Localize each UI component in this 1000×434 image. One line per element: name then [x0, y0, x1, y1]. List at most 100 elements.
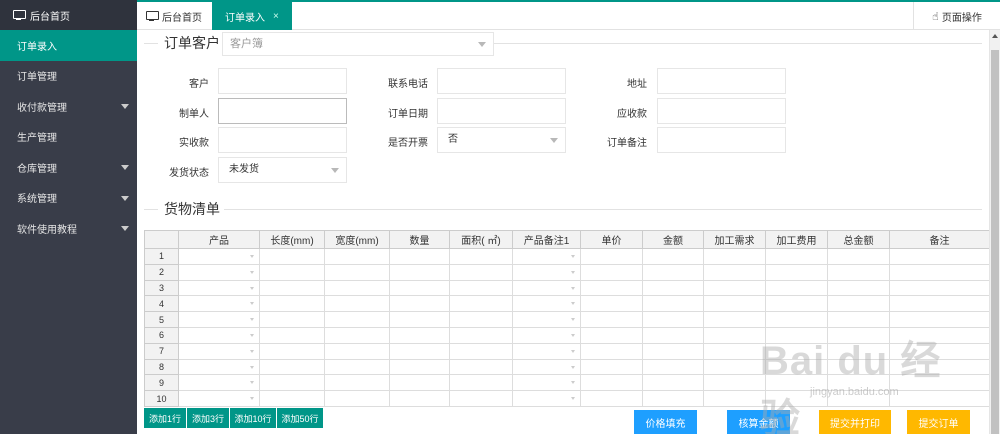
table-cell[interactable] — [703, 295, 766, 313]
price-fill-button[interactable]: 价格填充 — [634, 410, 697, 434]
table-cell[interactable] — [580, 390, 643, 407]
contact-phone-input[interactable] — [437, 68, 566, 94]
table-cell[interactable] — [259, 358, 325, 376]
table-cell[interactable] — [259, 248, 325, 265]
tab-order-entry[interactable]: 订单录入 × — [212, 2, 292, 30]
table-cell[interactable] — [889, 295, 989, 313]
table-cell[interactable] — [512, 374, 581, 392]
table-cell[interactable] — [449, 358, 513, 376]
table-cell[interactable] — [324, 390, 390, 407]
table-cell[interactable] — [827, 248, 890, 265]
scroll-up-arrow-icon[interactable] — [992, 34, 998, 38]
table-cell[interactable] — [703, 263, 766, 281]
table-cell[interactable] — [178, 390, 260, 407]
table-cell[interactable] — [449, 326, 513, 344]
table-cell[interactable] — [703, 374, 766, 392]
table-cell[interactable] — [178, 311, 260, 328]
table-cell[interactable] — [765, 248, 828, 265]
table-cell[interactable] — [642, 326, 704, 344]
table-cell[interactable] — [324, 358, 390, 376]
sidebar-item-payments[interactable]: 收付款管理 — [0, 91, 137, 122]
table-cell[interactable] — [580, 248, 643, 265]
table-cell[interactable] — [178, 326, 260, 344]
table-cell[interactable] — [827, 295, 890, 313]
add-10-rows-button[interactable]: 添加10行 — [230, 408, 277, 428]
table-cell[interactable] — [580, 342, 643, 360]
customer-input[interactable] — [218, 68, 347, 94]
table-cell[interactable] — [512, 358, 581, 376]
table-cell[interactable] — [449, 295, 513, 313]
table-cell[interactable] — [512, 295, 581, 313]
table-cell[interactable] — [642, 342, 704, 360]
table-cell[interactable] — [449, 311, 513, 328]
scrollbar-thumb[interactable] — [991, 50, 999, 434]
table-cell[interactable] — [178, 342, 260, 360]
table-cell[interactable] — [642, 295, 704, 313]
sidebar-item-warehouse[interactable]: 仓库管理 — [0, 152, 137, 183]
table-cell[interactable] — [642, 263, 704, 281]
table-cell[interactable] — [389, 248, 450, 265]
tab-home[interactable]: 后台首页 — [137, 2, 212, 30]
table-cell[interactable] — [512, 311, 581, 328]
table-cell[interactable] — [178, 248, 260, 265]
table-cell[interactable] — [389, 311, 450, 328]
sidebar-item-tutorial[interactable]: 软件使用教程 — [0, 213, 137, 244]
receivable-input[interactable] — [657, 98, 786, 124]
table-cell[interactable] — [259, 279, 325, 297]
table-cell[interactable] — [324, 326, 390, 344]
table-cell[interactable] — [259, 374, 325, 392]
table-cell[interactable] — [389, 374, 450, 392]
table-cell[interactable] — [389, 279, 450, 297]
table-cell[interactable] — [259, 295, 325, 313]
table-cell[interactable] — [512, 342, 581, 360]
table-cell[interactable] — [178, 295, 260, 313]
table-cell[interactable] — [324, 248, 390, 265]
table-cell[interactable] — [765, 263, 828, 281]
table-cell[interactable] — [324, 374, 390, 392]
received-input[interactable] — [218, 127, 347, 153]
sidebar-item-order-entry[interactable]: 订单录入 — [0, 30, 137, 61]
table-cell[interactable] — [389, 295, 450, 313]
add-50-rows-button[interactable]: 添加50行 — [277, 408, 324, 428]
table-cell[interactable] — [178, 279, 260, 297]
table-cell[interactable] — [889, 263, 989, 281]
table-cell[interactable] — [765, 279, 828, 297]
table-cell[interactable] — [580, 311, 643, 328]
order-note-input[interactable] — [657, 127, 786, 153]
table-cell[interactable] — [703, 326, 766, 344]
table-cell[interactable] — [178, 358, 260, 376]
table-cell[interactable] — [827, 279, 890, 297]
address-input[interactable] — [657, 68, 786, 94]
table-cell[interactable] — [703, 248, 766, 265]
customer-book-select[interactable]: 客户簿 — [222, 32, 494, 56]
ship-status-select[interactable]: 未发货 — [218, 157, 347, 183]
add-3-rows-button[interactable]: 添加3行 — [187, 408, 230, 428]
table-cell[interactable] — [449, 390, 513, 407]
order-date-input[interactable] — [437, 98, 566, 124]
table-cell[interactable] — [324, 279, 390, 297]
invoice-select[interactable]: 否 — [437, 127, 566, 153]
table-cell[interactable] — [703, 358, 766, 376]
table-cell[interactable] — [178, 374, 260, 392]
table-cell[interactable] — [703, 311, 766, 328]
table-cell[interactable] — [512, 326, 581, 344]
vertical-scrollbar[interactable] — [989, 30, 1000, 434]
table-cell[interactable] — [324, 311, 390, 328]
sidebar-item-production[interactable]: 生产管理 — [0, 122, 137, 153]
table-cell[interactable] — [512, 279, 581, 297]
table-cell[interactable] — [765, 295, 828, 313]
table-cell[interactable] — [324, 342, 390, 360]
table-cell[interactable] — [324, 295, 390, 313]
table-cell[interactable] — [389, 358, 450, 376]
table-cell[interactable] — [642, 390, 704, 407]
table-cell[interactable] — [703, 279, 766, 297]
table-cell[interactable] — [324, 263, 390, 281]
table-cell[interactable] — [449, 342, 513, 360]
table-cell[interactable] — [512, 263, 581, 281]
table-cell[interactable] — [449, 374, 513, 392]
table-cell[interactable] — [259, 390, 325, 407]
table-cell[interactable] — [580, 374, 643, 392]
table-cell[interactable] — [642, 358, 704, 376]
table-cell[interactable] — [827, 263, 890, 281]
sidebar-item-system[interactable]: 系统管理 — [0, 183, 137, 214]
